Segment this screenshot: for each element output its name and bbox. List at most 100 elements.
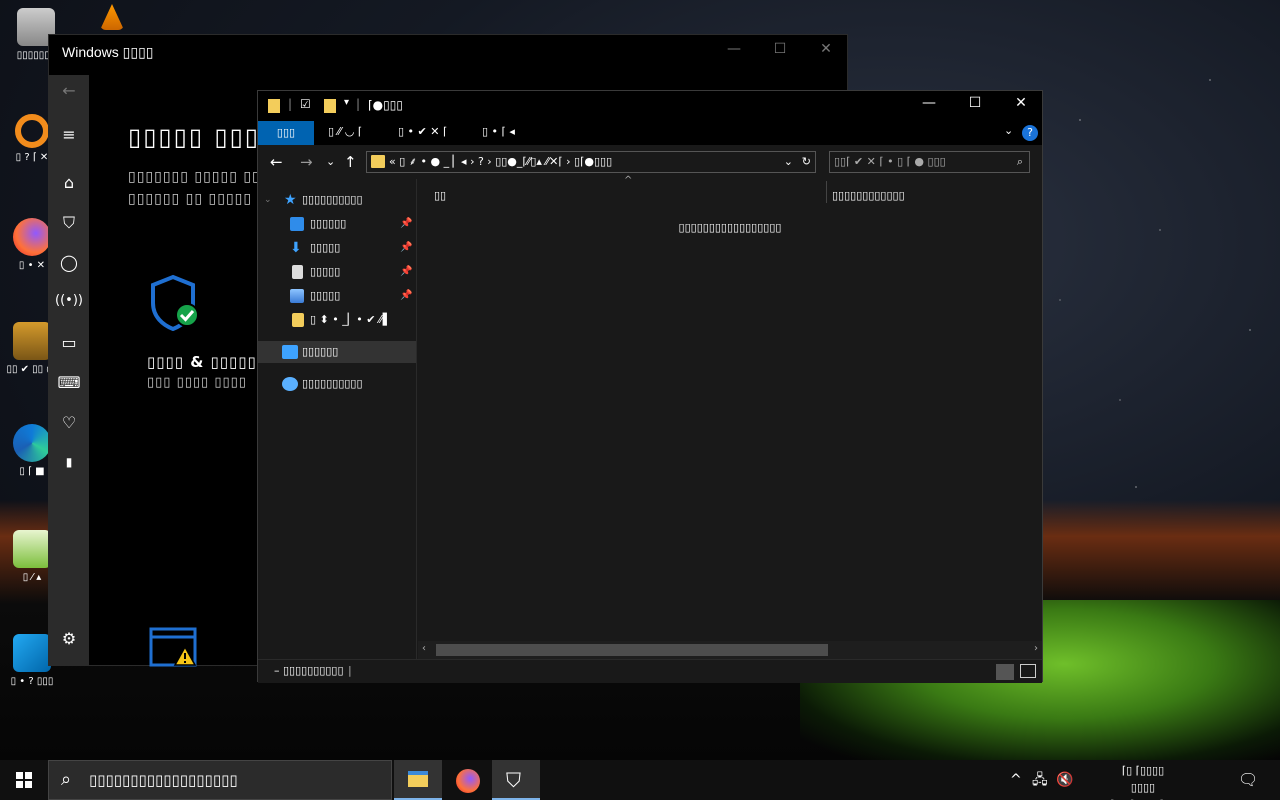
large-icons-view-icon[interactable] [1020, 664, 1036, 678]
scroll-left-icon[interactable]: ‹ [422, 643, 426, 654]
status-text: – ▯▯▯▯▯▯▯▯▯▯ [274, 664, 344, 677]
maximize-button[interactable]: ☐ [952, 95, 998, 111]
refresh-icon[interactable]: ↻ [802, 152, 811, 172]
qat-dropdown-icon[interactable]: ▾ [344, 97, 349, 108]
nav-label: ▯ ⬍ • _▏• ✔ ⁄⁄▌ [310, 313, 392, 326]
taskbar-search-input[interactable]: ⌕ ▯▯▯▯▯▯▯▯▯▯▯▯▯▯▯▯▯▯ [48, 760, 392, 800]
virus-protection-shield-icon[interactable] [147, 273, 203, 331]
pane-divider[interactable] [416, 179, 417, 659]
taskbar-firefox[interactable] [444, 760, 492, 800]
pictures-icon [290, 289, 304, 303]
shield-icon[interactable]: ⛉ [49, 213, 89, 233]
nav-label: ▯▯▯▯▯ [310, 289, 341, 302]
help-button[interactable]: ? [1022, 125, 1038, 141]
shield-icon: ⛉ [506, 768, 521, 792]
health-icon[interactable]: ♡ [49, 413, 89, 432]
download-arrow-icon: ⬇ [290, 240, 302, 256]
nav-item-documents[interactable]: ▯▯▯▯▯ 📌 [258, 261, 416, 283]
nav-item-this-pc[interactable]: ▯▯▯▯▯▯ [258, 341, 416, 363]
scroll-right-icon[interactable]: › [1034, 643, 1038, 654]
tile-title[interactable]: ▯▯▯▯ & ▯▯▯▯▯ [147, 353, 257, 371]
window-title: Windows ▯▯▯▯ [62, 44, 154, 60]
ribbon-expand-icon[interactable]: ⌄ [1004, 124, 1013, 137]
page-title: ▯▯▯▯▯ ▯▯▯ [128, 123, 261, 151]
desktop-icon-vlc[interactable] [82, 4, 142, 34]
folder-icon [268, 99, 280, 113]
tab-share[interactable]: ▯ • ✔ ✕ ⌈ [398, 125, 447, 138]
column-header-name[interactable]: ▯▯ [434, 189, 446, 202]
tab-home[interactable]: ▯ ⁄⁄ ◡ ⌈ [328, 125, 362, 138]
account-icon[interactable]: ◯ [49, 253, 89, 272]
nav-rail: ← ≡ ⌂ ⛉ ◯ ((•)) ▭ ⌨ ♡ ▮ ⚙ [49, 75, 89, 665]
taskbar-file-explorer[interactable] [394, 760, 442, 800]
network-icon [282, 377, 298, 391]
new-folder-icon[interactable] [324, 99, 336, 113]
start-button[interactable] [0, 760, 48, 800]
clock-line-1: ⌈▯ ⌈▯▯▯▯ [1121, 764, 1165, 777]
tile-subtitle: ▯▯▯ ▯▯▯▯ ▯▯▯▯ [147, 375, 247, 390]
desktop-icon-label: ▯ • ✕ [18, 260, 46, 271]
nav-item-downloads[interactable]: ⬇ ▯▯▯▯▯ 📌 [258, 237, 416, 259]
tab-view[interactable]: ▯ • ⌈ ◂ [482, 125, 515, 138]
desktop-icon-label: ▯ ⌈ ■ [19, 466, 45, 477]
search-input[interactable]: ▯▯⌈ ✔ ✕ ⌈ • ▯ ⌈ ● ▯▯▯ ⌕ [829, 151, 1030, 173]
nav-item-folder[interactable]: ▯ ⬍ • _▏• ✔ ⁄⁄▌ [258, 309, 416, 331]
recent-locations-icon[interactable]: ⌄ [326, 155, 335, 168]
network-status-icon[interactable]: 🖧 [1032, 760, 1048, 800]
explorer-titlebar: | ☑ ▾ | ⌈●▯▯▯ — ☐ ✕ [258, 91, 1042, 121]
qat-separator: | [288, 97, 293, 111]
nav-item-quick-access[interactable]: ⌄ ★ ▯▯▯▯▯▯▯▯▯▯ [258, 189, 416, 211]
file-explorer-window: | ☑ ▾ | ⌈●▯▯▯ — ☐ ✕ ▯▯▯ ▯ ⁄⁄ ◡ ⌈ ▯ • ✔ ✕… [257, 90, 1043, 683]
folder-icon [292, 313, 304, 327]
details-view-icon[interactable] [996, 664, 1014, 680]
address-bar[interactable]: « ▯ ⸙ • ● _ ▏◂ › ? › ▯▯●_⌈⁄⁄▯▴ ⁄⁄✕⌈ › ▯⌈… [366, 151, 816, 173]
search-placeholder: ▯▯▯▯▯▯▯▯▯▯▯▯▯▯▯▯▯▯ [89, 771, 238, 789]
collapse-chevron-icon[interactable]: ⌄ [264, 189, 272, 211]
notepad-plus-icon [13, 530, 51, 568]
app-browser-warning-icon[interactable] [149, 627, 199, 667]
back-icon[interactable]: ← [49, 81, 89, 100]
nav-item-desktop[interactable]: ▯▯▯▯▯▯ 📌 [258, 213, 416, 235]
maximize-button[interactable]: ☐ [757, 41, 803, 57]
search-placeholder: ▯▯⌈ ✔ ✕ ⌈ • ▯ ⌈ ● ▯▯▯ [834, 155, 946, 168]
taskbar-clock[interactable]: ⌈▯ ⌈▯▯▯▯ ▯▯▯▯ ▯⌈▯▯ ⌈▯▯ ▯ ⌈▯▯▯ [1088, 762, 1198, 800]
taskbar-windows-security[interactable]: ⛉ [492, 760, 540, 800]
device-icon[interactable]: ⌨ [49, 373, 89, 392]
network-icon[interactable]: ((•)) [49, 293, 89, 308]
search-icon: ⌕ [61, 769, 72, 790]
app-browser-icon[interactable]: ▭ [49, 333, 89, 352]
column-separator[interactable] [826, 181, 827, 203]
up-button[interactable]: ↑ [344, 153, 357, 171]
back-button[interactable]: ← [270, 153, 283, 171]
forward-button[interactable]: → [300, 153, 313, 171]
vscode-icon [13, 634, 51, 672]
desktop-icon-label: ▯ ⁄ ▴ [22, 572, 42, 583]
nav-label: ▯▯▯▯▯▯ [302, 345, 339, 358]
address-path: « ▯ ⸙ • ● _ ▏◂ › ? › ▯▯●_⌈⁄⁄▯▴ ⁄⁄✕⌈ › ▯⌈… [389, 155, 613, 168]
horizontal-scrollbar[interactable]: ‹ › [418, 641, 1042, 659]
minimize-button[interactable]: — [711, 41, 757, 57]
tab-file[interactable]: ▯▯▯ [258, 121, 314, 145]
pin-icon[interactable]: 📌 [400, 237, 412, 259]
pin-icon[interactable]: 📌 [400, 213, 412, 235]
pin-icon[interactable]: 📌 [400, 285, 412, 307]
volume-muted-icon[interactable]: 🔇 [1056, 760, 1073, 800]
page-subtitle-line-2: ▯▯▯▯▯▯ ▯▯ ▯▯▯▯▯ [128, 191, 253, 207]
show-hidden-icons-chevron[interactable]: ^ [1010, 760, 1022, 800]
windows-logo-icon [16, 772, 32, 788]
home-icon[interactable]: ⌂ [49, 173, 89, 192]
minimize-button[interactable]: — [906, 95, 952, 111]
address-dropdown-icon[interactable]: ⌄ [784, 152, 793, 172]
notifications-icon[interactable]: 🗨 [1238, 760, 1258, 800]
properties-icon[interactable]: ☑ [300, 97, 311, 111]
close-button[interactable]: ✕ [803, 41, 849, 57]
nav-item-network[interactable]: ▯▯▯▯▯▯▯▯▯▯ [258, 373, 416, 395]
family-icon[interactable]: ▮ [49, 455, 89, 469]
menu-icon[interactable]: ≡ [49, 125, 89, 144]
column-header-other[interactable]: ▯▯▯▯▯▯▯▯▯▯▯▯ [832, 189, 905, 202]
pin-icon[interactable]: 📌 [400, 261, 412, 283]
settings-icon[interactable]: ⚙ [49, 629, 89, 648]
scrollbar-thumb[interactable] [436, 644, 828, 656]
close-button[interactable]: ✕ [998, 95, 1044, 111]
nav-item-pictures[interactable]: ▯▯▯▯▯ 📌 [258, 285, 416, 307]
